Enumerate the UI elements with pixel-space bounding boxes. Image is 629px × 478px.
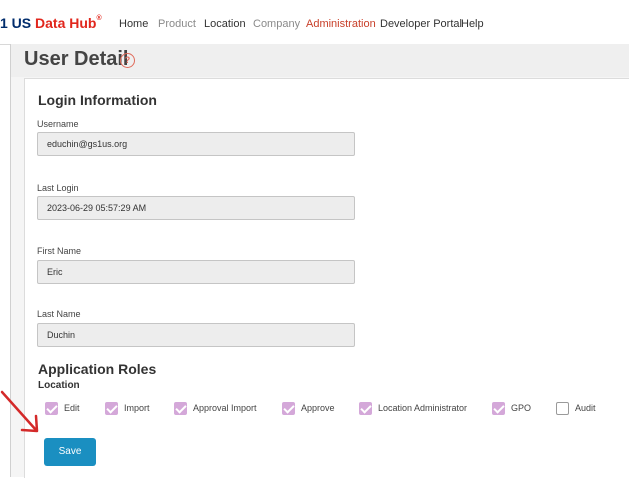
role-approve-label: Approve [301,403,335,413]
last-login-value: 2023-06-29 05:57:29 AM [47,203,147,213]
role-gpo-label: GPO [511,403,532,413]
role-import-label: Import [124,403,150,413]
first-name-field[interactable]: Eric [37,260,355,284]
nav-item-developer-portal[interactable]: Developer Portal [380,18,462,30]
role-location-administrator-checkbox[interactable] [359,402,372,415]
annotation-arrow-icon [0,390,39,433]
roles-location-subheading: Location [38,380,80,391]
nav-item-help[interactable]: Help [461,18,484,30]
username-label: Username [37,119,79,129]
help-circle-icon[interactable]: ? [120,53,135,68]
nav-item-product[interactable]: Product [158,18,196,30]
role-approve-checkbox[interactable] [282,402,295,415]
application-roles-heading: Application Roles [38,361,157,377]
last-name-value: Duchin [47,330,76,340]
save-button[interactable]: Save [44,438,96,466]
role-audit-label: Audit [575,403,596,413]
username-value: educhin@gs1us.org [47,139,128,149]
top-nav-bar: 1 US Data Hub® Home Product Location Com… [0,0,629,45]
brand-prefix: 1 US [0,15,36,31]
last-name-field[interactable]: Duchin [37,323,355,347]
role-import-checkbox[interactable] [105,402,118,415]
last-name-label: Last Name [37,309,81,319]
brand-logo[interactable]: 1 US Data Hub® [0,15,102,35]
role-audit-checkbox[interactable] [556,402,569,415]
page-title: User Detail [24,48,129,70]
nav-item-administration[interactable]: Administration [306,18,376,30]
nav-item-company[interactable]: Company [253,18,300,30]
role-gpo-checkbox[interactable] [492,402,505,415]
last-login-field[interactable]: 2023-06-29 05:57:29 AM [37,196,355,220]
last-login-label: Last Login [37,183,79,193]
login-information-heading: Login Information [38,92,157,108]
role-approval-import-label: Approval Import [193,403,257,413]
nav-item-home[interactable]: Home [119,18,148,30]
role-approval-import-checkbox[interactable] [174,402,187,415]
brand-registered-mark: ® [96,15,102,22]
first-name-value: Eric [47,267,63,277]
role-location-administrator-label: Location Administrator [378,403,468,413]
brand-name: Data Hub [35,15,97,31]
role-edit-checkbox[interactable] [45,402,58,415]
nav-item-location[interactable]: Location [204,18,246,30]
first-name-label: First Name [37,246,82,256]
role-edit-label: Edit [64,403,80,413]
username-field[interactable]: educhin@gs1us.org [37,132,355,156]
